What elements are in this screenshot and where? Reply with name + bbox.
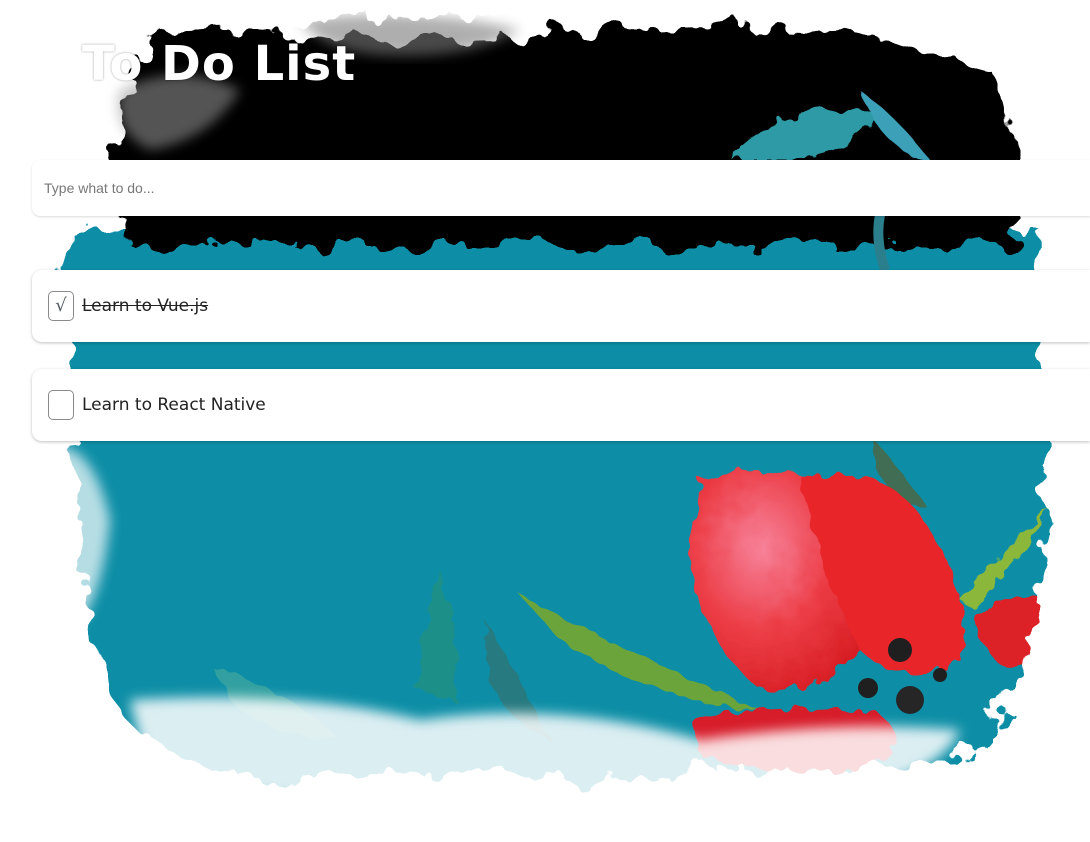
todo-label: Learn to Vue.js xyxy=(82,296,209,316)
flower-center-dot-2 xyxy=(858,678,878,698)
todo-list: √ Learn to Vue.js Learn to React Native xyxy=(32,270,1090,468)
todo-app: To Do List √ Learn to Vue.js Learn to Re… xyxy=(0,0,1090,842)
todo-checkbox[interactable] xyxy=(48,390,74,420)
new-todo-input[interactable] xyxy=(32,160,1090,216)
todo-item: √ Learn to Vue.js xyxy=(32,270,1090,342)
todo-checkbox[interactable]: √ xyxy=(48,291,74,321)
flower-center-dot-1 xyxy=(888,638,912,662)
todo-item: Learn to React Native xyxy=(32,369,1090,441)
flower-center-dot-3 xyxy=(896,686,924,714)
flower-center-dot-4 xyxy=(933,668,947,682)
todo-label: Learn to React Native xyxy=(82,395,266,415)
page-title: To Do List xyxy=(82,36,357,92)
check-icon: √ xyxy=(55,295,67,316)
